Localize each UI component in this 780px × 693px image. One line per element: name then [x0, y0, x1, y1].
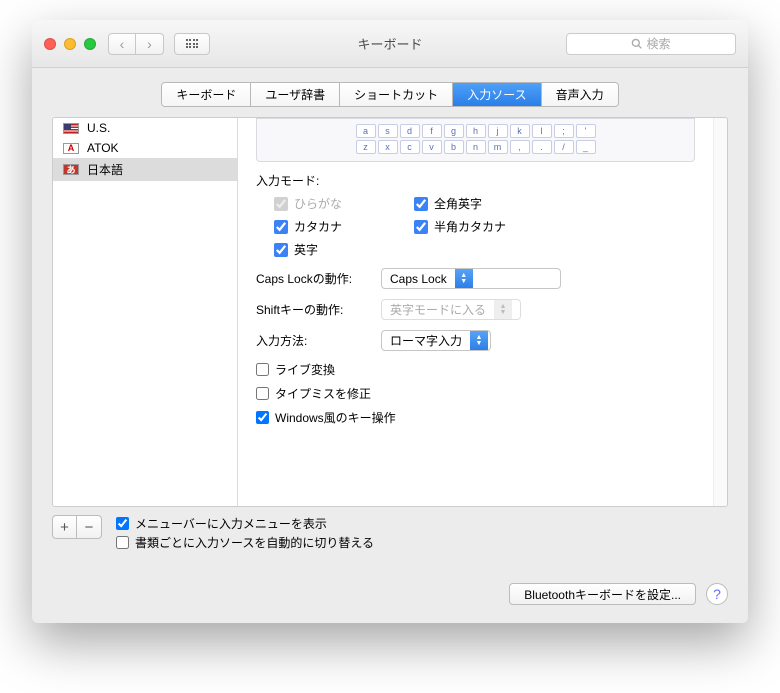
mode-hankaku-katakana[interactable]: 半角カタカナ	[414, 218, 574, 235]
auto-switch-checkbox[interactable]	[116, 536, 129, 549]
mode-eiji[interactable]: 英字	[274, 241, 394, 258]
source-label: U.S.	[87, 121, 110, 135]
search-placeholder: 検索	[646, 35, 670, 52]
caps-lock-label: Caps Lockの動作:	[256, 270, 371, 287]
shift-label: Shiftキーの動作:	[256, 301, 371, 318]
live-conversion-checkbox[interactable]	[256, 363, 269, 376]
hankaku-katakana-checkbox[interactable]	[414, 220, 428, 234]
chevron-updown-icon: ▲▼	[470, 330, 488, 351]
bluetooth-keyboard-button[interactable]: Bluetoothキーボードを設定...	[509, 583, 696, 605]
traffic-lights	[44, 38, 96, 50]
mode-zenkaku-eiji[interactable]: 全角英字	[414, 195, 574, 212]
panel: U.S. A ATOK あ 日本語 asdfghjkl;' zxcvbnm,./…	[52, 117, 728, 507]
chevron-updown-icon: ▲▼	[455, 268, 473, 289]
shift-select: 英字モードに入る ▲▼	[381, 299, 521, 320]
grid-icon	[186, 39, 199, 48]
windows-keys-checkbox[interactable]	[256, 411, 269, 424]
bottom-row: + − メニューバーに入力メニューを表示 書類ごとに入力ソースを自動的に切り替え…	[52, 515, 728, 551]
windows-keys-check[interactable]: Windows風のキー操作	[256, 409, 695, 426]
katakana-checkbox[interactable]	[274, 220, 288, 234]
add-source-button[interactable]: +	[53, 516, 77, 538]
show-all-button[interactable]	[174, 33, 210, 55]
keyboard-preview: asdfghjkl;' zxcvbnm,./_	[256, 118, 695, 162]
show-menu-checkbox[interactable]	[116, 517, 129, 530]
source-atok[interactable]: A ATOK	[53, 138, 237, 158]
tab-bar: キーボード ユーザ辞書 ショートカット 入力ソース 音声入力	[32, 68, 748, 117]
input-source-list: U.S. A ATOK あ 日本語	[53, 118, 238, 506]
source-label: 日本語	[87, 161, 123, 178]
input-method-select[interactable]: ローマ字入力 ▲▼	[381, 330, 491, 351]
input-mode-grid: ひらがな 全角英字 カタカナ 半角カタカナ	[274, 195, 695, 258]
forward-button[interactable]: ›	[136, 33, 164, 55]
zenkaku-eiji-checkbox[interactable]	[414, 197, 428, 211]
scrollbar[interactable]	[713, 118, 727, 506]
close-icon[interactable]	[44, 38, 56, 50]
footer: Bluetoothキーボードを設定... ?	[32, 567, 748, 623]
search-input[interactable]: 検索	[566, 33, 736, 55]
us-flag-icon	[63, 123, 79, 134]
caps-lock-select[interactable]: Caps Lock ▲▼	[381, 268, 561, 289]
chevron-updown-icon: ▲▼	[494, 299, 512, 320]
tab-shortcuts[interactable]: ショートカット	[340, 83, 453, 106]
content-area: U.S. A ATOK あ 日本語 asdfghjkl;' zxcvbnm,./…	[32, 117, 748, 567]
hiragana-checkbox	[274, 197, 288, 211]
minimize-icon[interactable]	[64, 38, 76, 50]
live-conversion-check[interactable]: ライブ変換	[256, 361, 695, 378]
caps-lock-row: Caps Lockの動作: Caps Lock ▲▼	[256, 268, 695, 289]
mode-hiragana: ひらがな	[274, 195, 394, 212]
window-title: キーボード	[357, 34, 422, 53]
tab-user-dict[interactable]: ユーザ辞書	[251, 83, 340, 106]
tab-input-sources[interactable]: 入力ソース	[453, 83, 541, 106]
typo-fix-check[interactable]: タイプミスを修正	[256, 385, 695, 402]
source-us[interactable]: U.S.	[53, 118, 237, 138]
mode-katakana[interactable]: カタカナ	[274, 218, 394, 235]
source-label: ATOK	[87, 141, 119, 155]
hiragana-icon: あ	[63, 164, 79, 175]
shift-row: Shiftキーの動作: 英字モードに入る ▲▼	[256, 299, 695, 320]
help-button[interactable]: ?	[706, 583, 728, 605]
auto-switch-check[interactable]: 書類ごとに入力ソースを自動的に切り替える	[116, 534, 728, 551]
typo-fix-checkbox[interactable]	[256, 387, 269, 400]
atok-icon: A	[63, 143, 79, 154]
zoom-icon[interactable]	[84, 38, 96, 50]
input-method-label: 入力方法:	[256, 332, 371, 349]
detail-pane: asdfghjkl;' zxcvbnm,./_ 入力モード: ひらがな 全角英字	[238, 118, 713, 506]
show-menu-check[interactable]: メニューバーに入力メニューを表示	[116, 515, 728, 532]
eiji-checkbox[interactable]	[274, 243, 288, 257]
back-button[interactable]: ‹	[108, 33, 136, 55]
nav-buttons: ‹ ›	[108, 33, 164, 55]
search-icon	[631, 38, 642, 49]
preferences-window: ‹ › キーボード 検索 キーボード ユーザ辞書 ショートカット 入力ソース 音…	[32, 20, 748, 623]
source-japanese[interactable]: あ 日本語	[53, 158, 237, 181]
add-remove-buttons: + −	[52, 515, 102, 539]
input-mode-label: 入力モード:	[256, 172, 695, 189]
tab-dictation[interactable]: 音声入力	[542, 83, 618, 106]
tab-keyboard[interactable]: キーボード	[162, 83, 251, 106]
titlebar: ‹ › キーボード 検索	[32, 20, 748, 68]
input-method-row: 入力方法: ローマ字入力 ▲▼	[256, 330, 695, 351]
remove-source-button[interactable]: −	[77, 516, 101, 538]
